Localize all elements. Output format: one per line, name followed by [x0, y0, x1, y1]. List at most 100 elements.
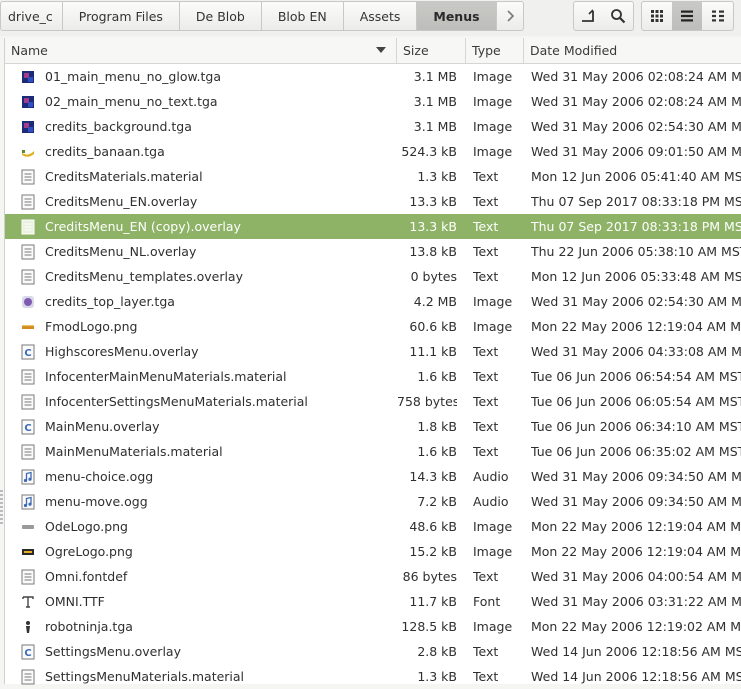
file-name: menu-choice.ogg [45, 469, 154, 484]
text-file-icon [19, 389, 37, 414]
table-row[interactable]: menu-choice.ogg 14.3 kB Audio Wed 31 May 20… [5, 464, 741, 489]
column-header-name[interactable]: Name [5, 38, 397, 63]
table-row[interactable]: C SettingsMenu.overlay 2.8 kB Text Wed 14 Ju… [5, 639, 741, 664]
table-row[interactable]: credits_background.tga 3.1 MB Image Wed 31 … [5, 114, 741, 139]
file-size: 1.8 kB [417, 419, 457, 434]
audio-file-icon [19, 464, 37, 489]
file-type: Text [473, 644, 499, 659]
file-date-modified: Tue 06 Jun 2006 06:35:02 AM MST [531, 444, 741, 459]
file-date-modified: Wed 14 Jun 2006 12:18:56 AM MST [531, 669, 741, 684]
compact-view-button[interactable] [702, 1, 734, 31]
sort-descending-icon [376, 47, 386, 53]
breadcrumb-forward-button[interactable] [496, 1, 524, 31]
table-row[interactable]: MainMenuMaterials.material 1.6 kB Text Tue … [5, 439, 741, 464]
file-name: credits_top_layer.tga [45, 294, 175, 309]
table-row[interactable]: OdeLogo.png 48.6 kB Image Mon 22 May 2006 1… [5, 514, 741, 539]
file-size: 11.7 kB [409, 594, 457, 609]
file-type: Image [473, 544, 513, 559]
file-name: CreditsMaterials.material [45, 169, 203, 184]
table-row[interactable]: 02_main_menu_no_text.tga 3.1 MB Image Wed 3… [5, 89, 741, 114]
file-size: 11.1 kB [409, 344, 457, 359]
banana-thumb-icon [19, 139, 37, 164]
table-row[interactable]: InfocenterSettingsMenuMaterials.material… [5, 389, 741, 414]
file-name: credits_banaan.tga [45, 144, 165, 159]
column-header-size-label: Size [403, 43, 429, 58]
table-row[interactable]: credits_top_layer.tga 4.2 MB Image Wed 31 M… [5, 289, 741, 314]
figure-thumb-icon [19, 614, 37, 639]
file-size: 13.3 kB [409, 219, 457, 234]
file-type: Image [473, 619, 513, 634]
image-thumb-icon [19, 64, 37, 89]
path-edit-button[interactable] [573, 1, 603, 31]
file-date-modified: Mon 22 May 2006 12:19:04 AM MST [531, 519, 741, 534]
file-name: OMNI.TTF [45, 594, 105, 609]
file-type: Image [473, 119, 513, 134]
file-size: 1.6 kB [417, 369, 457, 384]
file-size: 86 bytes [402, 569, 457, 584]
table-row[interactable]: Omni.fontdef 86 bytes Text Wed 31 May 2006 … [5, 564, 741, 589]
path-edit-icon [582, 9, 594, 22]
file-type: Image [473, 69, 513, 84]
icon-view-button[interactable] [641, 1, 673, 31]
table-row[interactable]: credits_banaan.tga 524.3 kB Image Wed 31 Ma… [5, 139, 741, 164]
text-file-icon [19, 264, 37, 289]
breadcrumb-item-assets[interactable]: Assets [343, 1, 418, 31]
file-size: 14.3 kB [409, 469, 457, 484]
file-date-modified: Wed 31 May 2006 02:08:24 AM MST [531, 94, 741, 109]
file-size: 2.8 kB [417, 644, 457, 659]
column-header-type[interactable]: Type [466, 38, 524, 63]
breadcrumb-item-program-files[interactable]: Program Files [62, 1, 180, 31]
file-name: SettingsMenu.overlay [45, 644, 181, 659]
table-row[interactable]: CreditsMenu_NL.overlay 13.8 kB Text Thu 22 … [5, 239, 741, 264]
table-row[interactable]: CreditsMaterials.material 1.3 kB Text Mon 1… [5, 164, 741, 189]
breadcrumb-item-de-blob[interactable]: De Blob [179, 1, 262, 31]
file-size: 7.2 kB [417, 494, 457, 509]
list-view-button[interactable] [672, 1, 703, 31]
svg-text:C: C [24, 348, 31, 359]
file-size: 1.6 kB [417, 444, 457, 459]
file-type: Text [473, 394, 499, 409]
file-date-modified: Wed 31 May 2006 02:54:30 AM MST [531, 294, 741, 309]
file-date-modified: Mon 22 May 2006 12:19:04 AM MST [531, 544, 741, 559]
logo-thumb-icon [19, 314, 37, 339]
file-type: Text [473, 569, 499, 584]
file-list[interactable]: Name Size Type Date Modified 01_main_men… [4, 38, 741, 684]
file-size: 4.2 MB [413, 294, 457, 309]
svg-text:C: C [24, 423, 31, 434]
image-thumb-icon [19, 114, 37, 139]
file-name: robotninja.tga [45, 619, 133, 634]
table-row[interactable]: OMNI.TTF 11.7 kB Font Wed 31 May 2006 03:31… [5, 589, 741, 614]
table-row[interactable]: InfocenterMainMenuMaterials.material 1.6 … [5, 364, 741, 389]
table-row[interactable]: robotninja.tga 128.5 kB Image Mon 22 May 20… [5, 614, 741, 639]
table-row-selected[interactable]: CreditsMenu_EN (copy).overlay 13.3 kB Text… [5, 214, 741, 239]
file-date-modified: Wed 31 May 2006 04:33:08 AM MST [531, 344, 741, 359]
dark-logo-thumb-icon [19, 539, 37, 564]
search-button[interactable] [602, 1, 634, 31]
table-row[interactable]: C MainMenu.overlay 1.8 kB Text Tue 06 Jun 20… [5, 414, 741, 439]
breadcrumb-item-menus[interactable]: Menus [417, 1, 497, 31]
breadcrumb-item-blob-en[interactable]: Blob EN [261, 1, 344, 31]
table-row[interactable]: SettingsMenuMaterials.material 1.3 kB Text… [5, 664, 741, 689]
table-row[interactable]: CreditsMenu_templates.overlay 0 bytes Text… [5, 264, 741, 289]
breadcrumb-item-drive-c[interactable]: drive_c [0, 1, 63, 31]
file-date-modified: Tue 06 Jun 2006 06:34:10 AM MST [531, 419, 741, 434]
file-name: OdeLogo.png [45, 519, 128, 534]
table-row[interactable]: CreditsMenu_EN.overlay 13.3 kB Text Thu 07 … [5, 189, 741, 214]
file-type: Text [473, 194, 499, 209]
column-header-date-label: Date Modified [530, 43, 618, 58]
file-date-modified: Mon 22 May 2006 12:19:02 AM MST [531, 619, 741, 634]
file-name: Omni.fontdef [45, 569, 128, 584]
text-file-icon [19, 564, 37, 589]
table-row[interactable]: OgreLogo.png 15.2 kB Image Mon 22 May 2006 … [5, 539, 741, 564]
text-file-icon [19, 189, 37, 214]
column-header-size[interactable]: Size [397, 38, 466, 63]
file-date-modified: Thu 07 Sep 2017 08:33:18 PM MST [531, 194, 741, 209]
sidebar-resize-handle[interactable] [0, 490, 3, 524]
column-header-date[interactable]: Date Modified [524, 38, 741, 63]
file-type: Image [473, 144, 513, 159]
table-row[interactable]: FmodLogo.png 60.6 kB Image Mon 22 May 2006 … [5, 314, 741, 339]
file-date-modified: Mon 12 Jun 2006 05:33:48 AM MST [531, 269, 741, 284]
table-row[interactable]: menu-move.ogg 7.2 kB Audio Wed 31 May 2006 … [5, 489, 741, 514]
table-row[interactable]: C HighscoresMenu.overlay 11.1 kB Text Wed 31… [5, 339, 741, 364]
table-row[interactable]: 01_main_menu_no_glow.tga 3.1 MB Image Wed 3… [5, 64, 741, 89]
